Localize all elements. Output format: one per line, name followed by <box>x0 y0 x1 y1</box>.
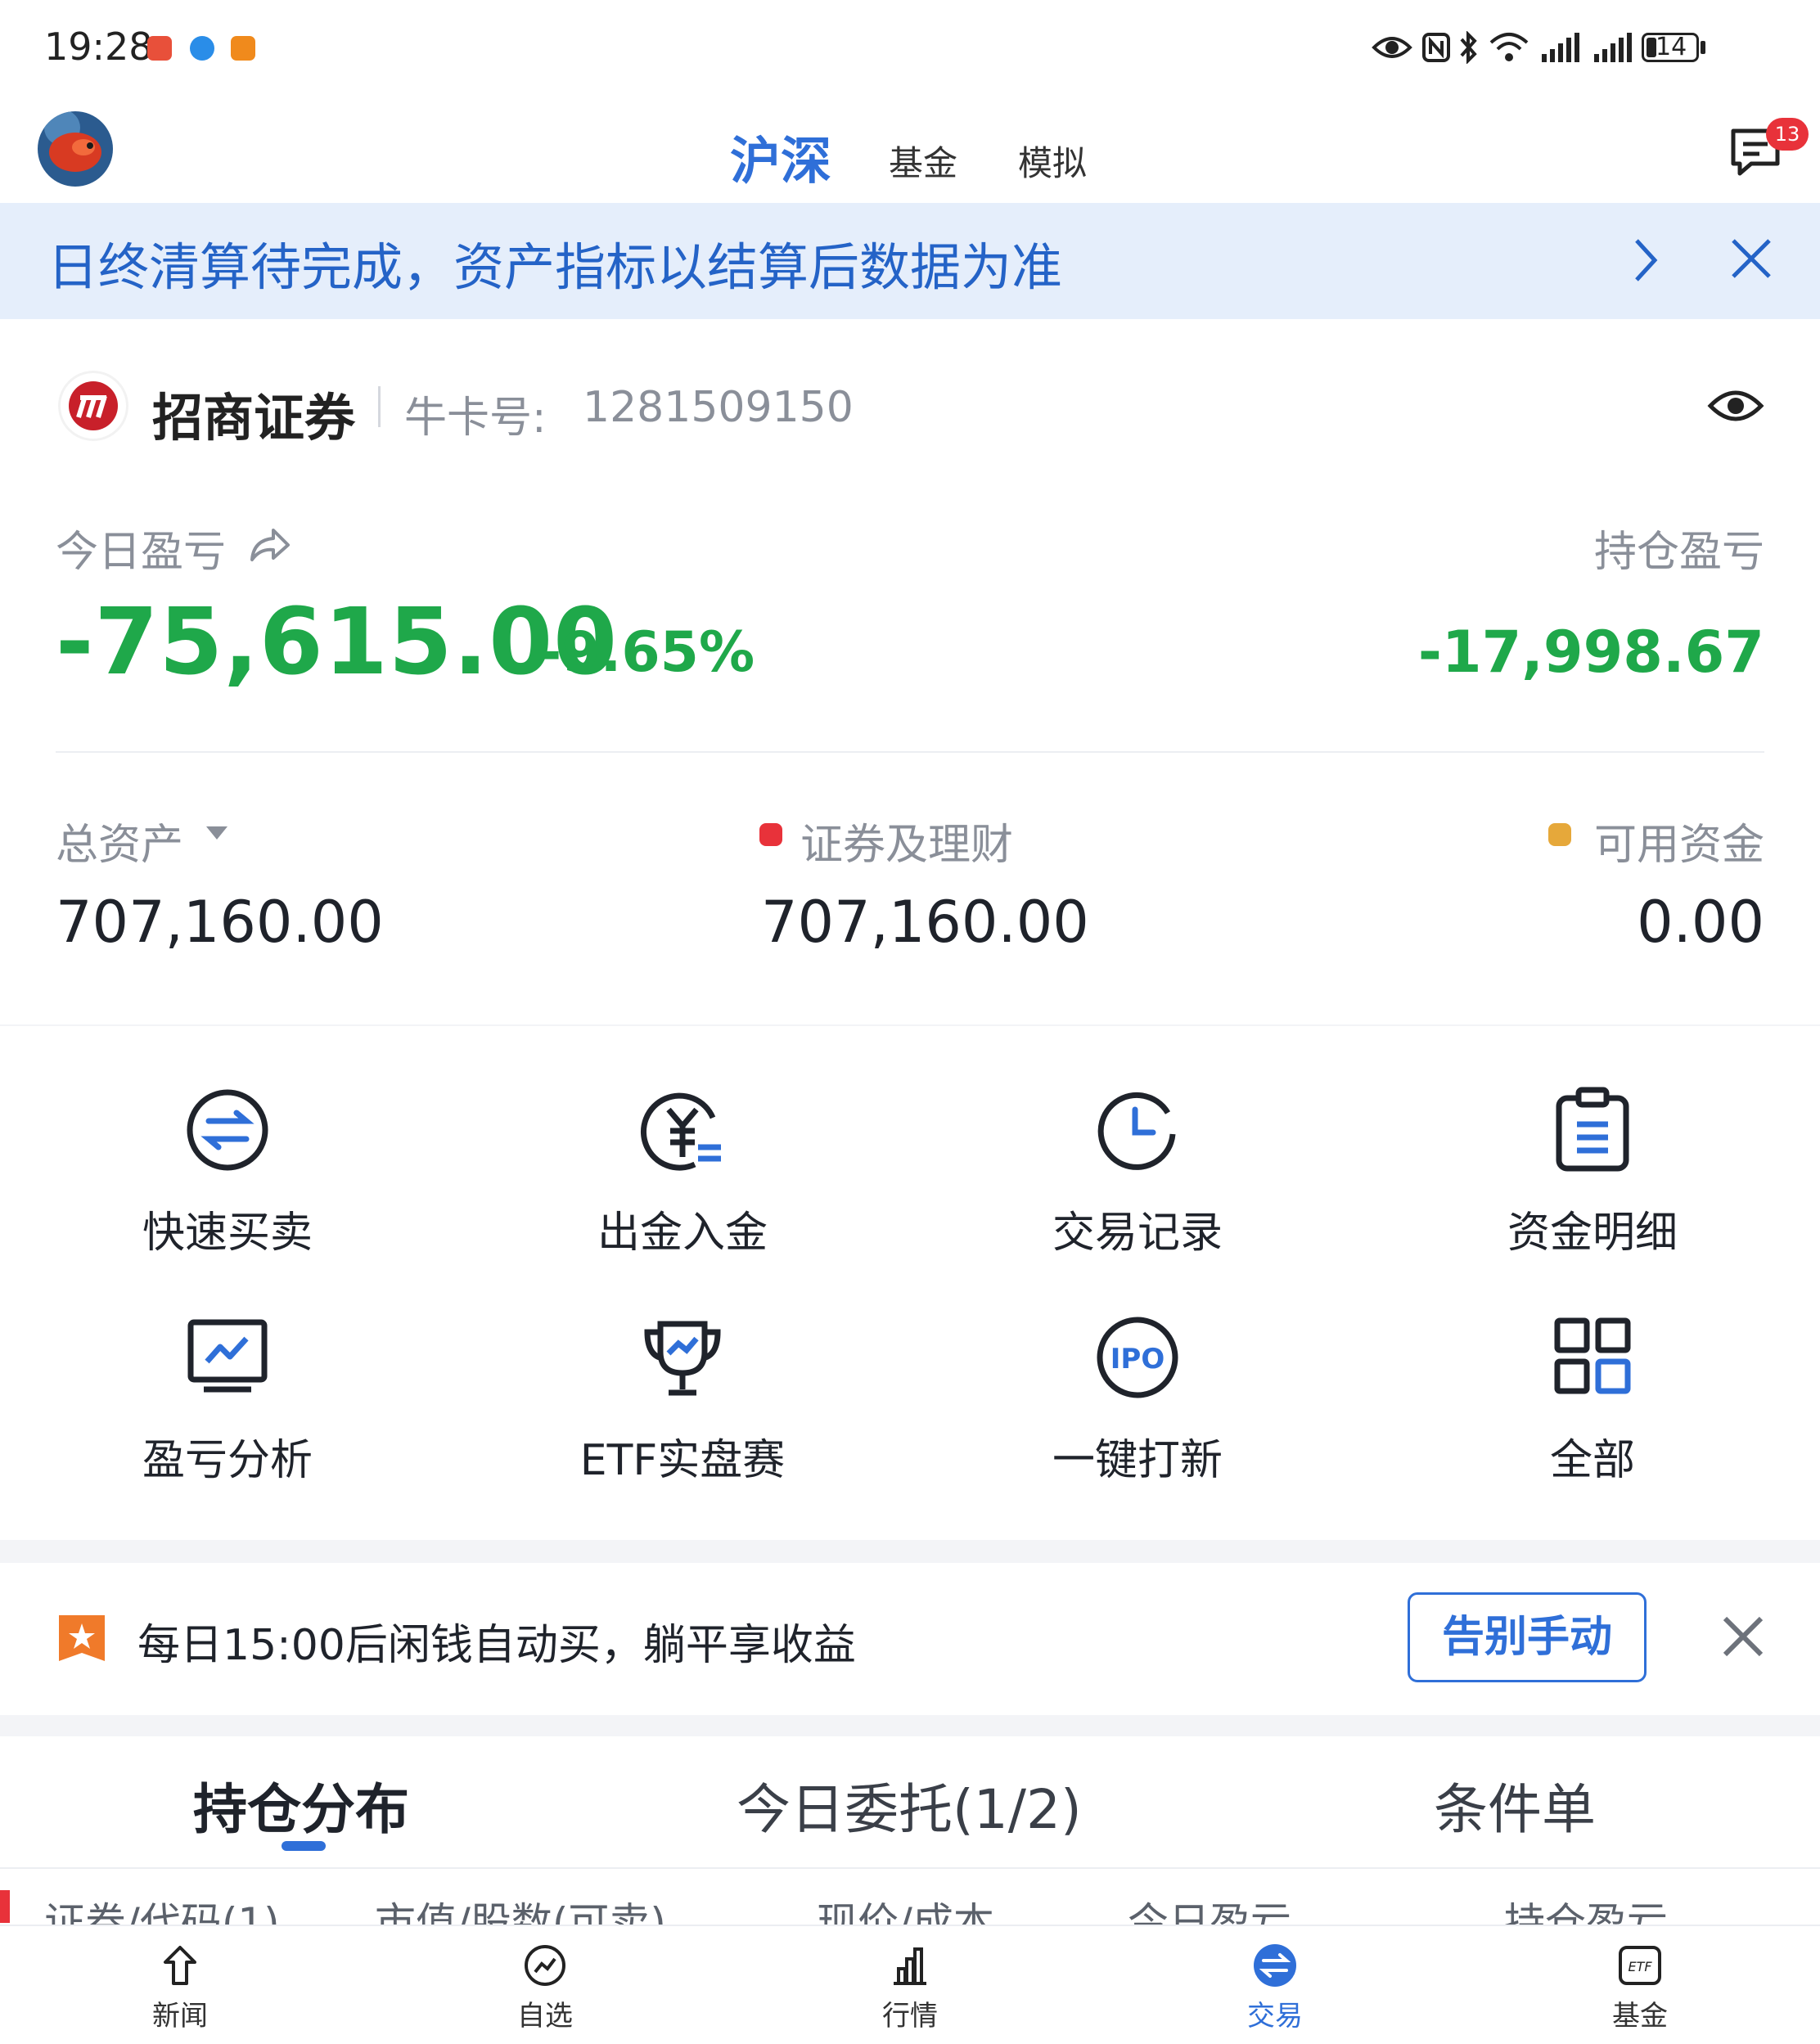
notice-text: 日终清算待完成，资产指标以结算后数据为准 <box>47 237 1063 297</box>
battery-tip <box>1701 41 1705 54</box>
tool-label: 快速买卖 <box>142 1209 313 1258</box>
section-gap <box>0 1715 1820 1736</box>
bottom-nav-trade[interactable]: 交易 <box>1193 1943 1357 2033</box>
etf-icon: ETF <box>1619 1946 1661 1985</box>
tab-indicator <box>282 1841 326 1851</box>
eye-icon <box>1372 37 1412 58</box>
bottom-nav-label: 基金 <box>1612 2000 1668 2033</box>
row-marker <box>0 1890 10 1923</box>
available-cash-label: 可用资金 <box>1593 821 1764 870</box>
bluetooth-icon <box>1460 31 1477 64</box>
tab-divider <box>0 1867 1820 1869</box>
today-pnl-percent: -9.65% <box>538 620 755 685</box>
account-divider <box>378 386 381 427</box>
signal-icon <box>1594 33 1632 62</box>
total-assets-label[interactable]: 总资产 <box>56 810 183 871</box>
available-cash-value: 0.00 <box>1637 889 1764 956</box>
section-gap <box>0 1540 1820 1563</box>
trophy-icon <box>644 1321 721 1396</box>
tool-fund-details[interactable]: 资金明细 <box>1429 1085 1756 1259</box>
nav-tab-hushen[interactable]: 沪深 <box>730 119 831 193</box>
bottom-nav-label: 新闻 <box>152 2000 208 2033</box>
tool-ipo-subscribe[interactable]: IPO 一键打新 <box>974 1312 1301 1487</box>
avatar[interactable] <box>38 111 113 187</box>
caret-down-icon[interactable] <box>205 825 229 841</box>
securities-label: 证券及理财 <box>800 821 1014 870</box>
app-notification-icon <box>190 36 214 61</box>
section-divider <box>0 1024 1820 1026</box>
tool-label: 出金入金 <box>597 1209 768 1258</box>
holding-pnl-value: -17,998.67 <box>1417 619 1764 686</box>
tool-label: 一键打新 <box>1052 1436 1223 1485</box>
battery-icon: 14 <box>1642 33 1699 62</box>
message-badge: 13 <box>1766 118 1809 151</box>
nfc-icon <box>1422 33 1450 62</box>
cash-dot <box>1548 823 1571 846</box>
tab-conditional-orders[interactable]: 条件单 <box>1434 1766 1596 1844</box>
tab-today-orders[interactable]: 今日委托(1/2) <box>737 1766 1082 1844</box>
today-pnl-value: -75,615.00 <box>56 589 619 696</box>
broker-name: 招商证券 <box>152 388 356 448</box>
swap-icon <box>187 1089 268 1171</box>
avatar-image <box>38 111 113 187</box>
broker-logo <box>61 373 126 439</box>
trade-icon <box>1254 1944 1296 1987</box>
tool-label: 全部 <box>1549 1436 1635 1485</box>
tool-all[interactable]: 全部 <box>1429 1312 1756 1487</box>
app-notification-icon <box>147 36 172 61</box>
tool-pnl-analysis[interactable]: 盈亏分析 <box>64 1312 391 1487</box>
bottom-nav-market[interactable]: 行情 <box>828 1943 992 2033</box>
market-icon <box>894 1947 926 1985</box>
bottom-nav-news[interactable]: 新闻 <box>98 1943 262 2033</box>
bottom-nav-label: 交易 <box>1247 2000 1303 2033</box>
tool-label: ETF实盘赛 <box>579 1436 786 1485</box>
holding-pnl-label: 持仓盈亏 <box>1593 528 1764 577</box>
bottom-nav-label: 行情 <box>882 2000 938 2033</box>
tool-trade-records[interactable]: 交易记录 <box>974 1085 1301 1259</box>
promo-text: 每日15:00后闲钱自动买，躺平享收益 <box>137 1621 856 1670</box>
tool-label: 交易记录 <box>1052 1209 1223 1258</box>
tool-etf-contest[interactable]: ETF实盘赛 <box>519 1312 846 1487</box>
nav-tab-simulate[interactable]: 模拟 <box>1018 136 1087 186</box>
tool-label: 盈亏分析 <box>142 1436 313 1485</box>
tool-quick-trade[interactable]: 快速买卖 <box>64 1085 391 1259</box>
svg-text:IPO: IPO <box>1110 1343 1165 1375</box>
bottom-nav-fund[interactable]: ETF 基金 <box>1558 1943 1722 2033</box>
tool-deposit-withdraw[interactable]: 出金入金 <box>519 1085 846 1259</box>
svg-text:ETF: ETF <box>1628 1959 1652 1974</box>
nav-tab-fund[interactable]: 基金 <box>889 136 957 186</box>
card-number: 1281509150 <box>583 383 854 432</box>
promo-button[interactable]: 告别手动 <box>1408 1592 1647 1682</box>
securities-dot <box>759 823 782 846</box>
status-bar: 19:28 14 <box>0 0 1820 100</box>
grid-icon <box>1554 1317 1631 1394</box>
yuan-transfer-icon <box>640 1092 721 1171</box>
battery-level: 14 <box>1656 33 1687 61</box>
watchlist-icon <box>525 1945 565 1986</box>
news-icon <box>164 1946 196 1985</box>
close-icon[interactable] <box>1728 236 1774 281</box>
today-pnl-label: 今日盈亏 <box>56 528 227 577</box>
divider <box>56 751 1764 753</box>
star-badge-icon <box>59 1615 105 1661</box>
close-icon[interactable] <box>1720 1614 1766 1659</box>
tool-label: 资金明细 <box>1507 1209 1678 1258</box>
bottom-nav-label: 自选 <box>517 2000 573 2033</box>
ipo-icon: IPO <box>1097 1317 1178 1398</box>
clipboard-icon <box>1556 1087 1629 1172</box>
tab-positions[interactable]: 持仓分布 <box>193 1766 409 1844</box>
app-notification-icon <box>231 36 255 61</box>
share-icon[interactable] <box>247 524 291 565</box>
card-number-label: 牛卡号: <box>404 394 547 443</box>
chevron-right-icon[interactable] <box>1629 236 1661 285</box>
eye-toggle-icon[interactable] <box>1707 383 1764 429</box>
signal-icon <box>1542 33 1579 62</box>
wifi-icon <box>1489 33 1529 61</box>
bottom-nav-watchlist[interactable]: 自选 <box>463 1943 627 2033</box>
status-time: 19:28 <box>44 25 153 69</box>
monitor-chart-icon <box>187 1319 268 1393</box>
securities-value: 707,160.00 <box>761 889 1089 956</box>
total-assets-value: 707,160.00 <box>56 889 384 956</box>
clock-icon <box>1097 1092 1176 1170</box>
